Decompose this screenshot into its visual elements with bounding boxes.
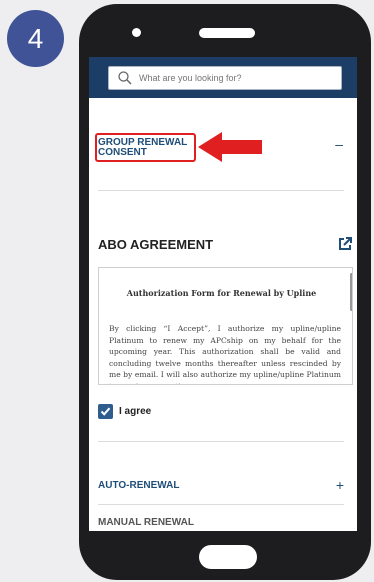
arrow-left-icon bbox=[198, 132, 262, 162]
document-scrollbar[interactable] bbox=[350, 273, 352, 311]
auto-renewal-header[interactable]: AUTO-RENEWAL bbox=[98, 481, 344, 491]
highlight-box bbox=[95, 133, 196, 162]
document-body: By clicking “I Accept”, I authorize my u… bbox=[109, 324, 341, 384]
top-bar: What are you looking for? bbox=[89, 57, 357, 98]
document-title: Authorization Form for Renewal by Upline bbox=[126, 288, 317, 298]
collapse-toggle[interactable]: – bbox=[335, 136, 343, 152]
search-placeholder: What are you looking for? bbox=[139, 73, 242, 83]
external-link-icon[interactable] bbox=[338, 237, 352, 251]
manual-renewal-header[interactable]: MANUAL RENEWAL bbox=[98, 518, 344, 528]
check-icon bbox=[100, 407, 111, 416]
speaker-slot bbox=[199, 28, 255, 38]
divider bbox=[98, 504, 344, 505]
phone-frame: What are you looking for? GROUP RENEWAL … bbox=[79, 4, 371, 580]
camera-dot bbox=[132, 28, 141, 37]
agreement-document[interactable]: Authorization Form for Renewal by Upline… bbox=[98, 267, 353, 385]
search-field[interactable]: What are you looking for? bbox=[108, 66, 342, 90]
app-screen: What are you looking for? GROUP RENEWAL … bbox=[89, 57, 357, 531]
search-icon bbox=[118, 71, 132, 85]
divider bbox=[98, 190, 344, 191]
abo-agreement-title: ABO AGREEMENT bbox=[98, 237, 214, 252]
expand-toggle[interactable]: + bbox=[336, 477, 344, 493]
divider bbox=[98, 441, 344, 442]
agree-checkbox[interactable] bbox=[98, 404, 113, 419]
home-button[interactable] bbox=[199, 545, 257, 569]
agree-label: I agree bbox=[119, 406, 152, 417]
step-number-badge: 4 bbox=[7, 10, 64, 67]
